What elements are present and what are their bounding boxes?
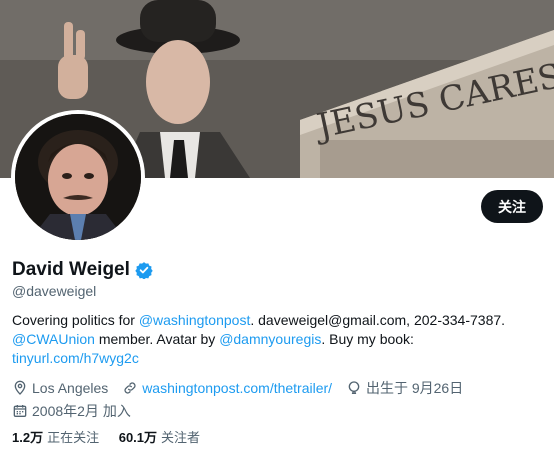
mention-link-cwaunion[interactable]: @CWAUnion (12, 331, 95, 347)
bio-text: . Buy my book: (321, 331, 414, 347)
website-link[interactable]: washingtonpost.com/thetrailer/ (142, 378, 332, 398)
avatar[interactable] (15, 114, 141, 240)
calendar-icon (13, 405, 27, 417)
following-label: 正在关注 (47, 430, 100, 445)
followers-link[interactable]: 60.1万 关注者 (119, 430, 200, 445)
following-link[interactable]: 1.2万 正在关注 (12, 430, 99, 445)
bio-url-link[interactable]: tinyurl.com/h7wyg2c (12, 350, 139, 366)
profile-name-row: David Weigel (12, 259, 153, 281)
joined-text: 2008年2月 加入 (32, 403, 131, 419)
mention-link-damnyouregis[interactable]: @damnyouregis (219, 331, 321, 347)
joined-item: 2008年2月 加入 (12, 401, 131, 421)
avatar-border[interactable] (11, 110, 145, 244)
follow-button[interactable]: 关注 (481, 190, 543, 223)
location-pin-icon (14, 380, 26, 395)
follow-stats: 1.2万 正在关注 60.1万 关注者 (12, 427, 216, 446)
followers-count: 60.1万 (118, 430, 158, 445)
bio-text: member. Avatar by (94, 331, 220, 347)
mention-link-washingtonpost[interactable]: @washingtonpost (139, 312, 251, 328)
display-name: David Weigel (12, 259, 130, 280)
bio-text: Covering politics for (12, 312, 139, 328)
following-count: 1.2万 (12, 430, 44, 445)
user-handle: @daveweigel (12, 283, 97, 299)
link-icon (124, 382, 136, 394)
birthday-item: 出生于 9月26日 (346, 378, 463, 398)
bio-text: . daveweigel@gmail.com, 202-334-7387. (250, 312, 506, 328)
followers-label: 关注者 (161, 430, 201, 445)
verified-badge-icon[interactable] (135, 261, 153, 279)
location-item: Los Angeles (12, 378, 108, 398)
location-text: Los Angeles (32, 380, 109, 396)
profile-bio: Covering politics for @washingtonpost. d… (12, 311, 542, 368)
birthday-text: 出生于 9月26日 (365, 380, 464, 396)
website-item[interactable]: washingtonpost.com/thetrailer/ (122, 378, 332, 398)
profile-meta: Los Angeles washingtonpost.com/thetraile… (12, 378, 542, 424)
balloon-icon (348, 381, 360, 394)
